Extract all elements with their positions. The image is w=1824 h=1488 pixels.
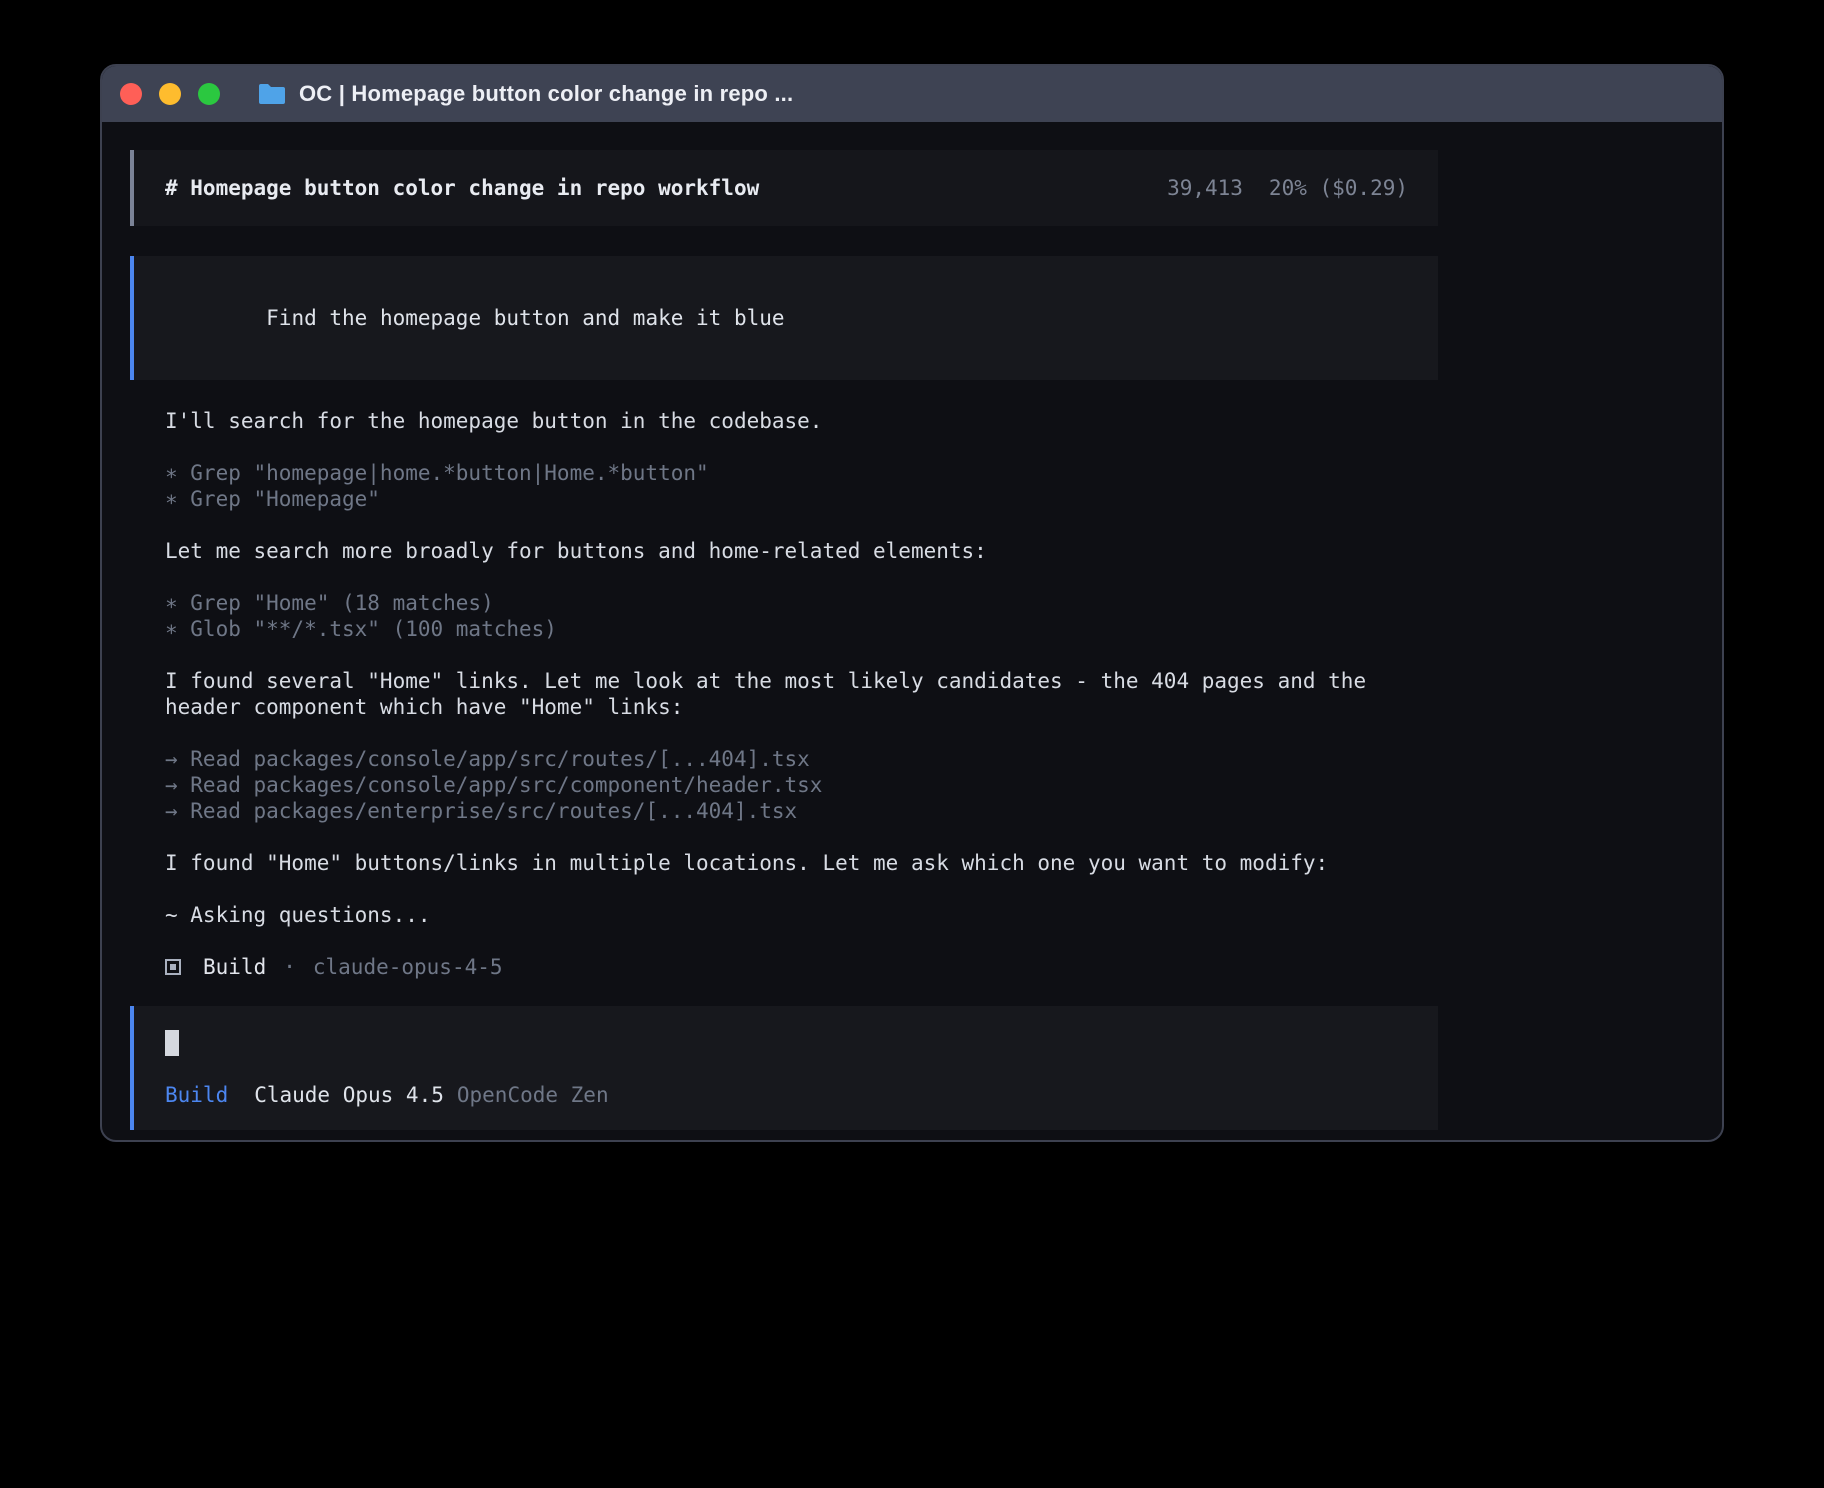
agent-name: Build (203, 954, 266, 980)
context-cost: 20% ($0.29) (1269, 175, 1408, 201)
tool-read-header: → Read packages/console/app/src/componen… (165, 772, 1438, 798)
window-title: OC | Homepage button color change in rep… (299, 81, 793, 107)
transcript: I'll search for the homepage button in t… (130, 408, 1438, 980)
tool-glob-tsx: ∗ Glob "**/*.tsx" (100 matches) (165, 616, 1438, 642)
agent-build-icon (165, 959, 181, 975)
window-titlebar[interactable]: OC | Homepage button color change in rep… (102, 66, 1722, 122)
input-model: Claude Opus 4.5 (254, 1082, 444, 1108)
user-message: Find the homepage button and make it blu… (130, 256, 1438, 380)
text-cursor (165, 1030, 179, 1056)
session-header: # Homepage button color change in repo w… (130, 150, 1438, 226)
minimize-window-button[interactable] (159, 83, 181, 105)
assistant-text-broaden: Let me search more broadly for buttons a… (165, 538, 1438, 564)
tool-read-enterprise-404: → Read packages/enterprise/src/routes/[.… (165, 798, 1438, 824)
input-meta: Build Claude Opus 4.5 OpenCode Zen (165, 1082, 1408, 1108)
close-window-button[interactable] (120, 83, 142, 105)
tool-grep-homepage-button: ∗ Grep "homepage|home.*button|Home.*butt… (165, 460, 1438, 486)
assistant-asking-questions: ~ Asking questions... (165, 902, 1438, 928)
input-mode: Build (165, 1082, 228, 1108)
assistant-text-candidates: I found several "Home" links. Let me loo… (165, 668, 1438, 720)
user-message-text: Find the homepage button and make it blu… (266, 306, 784, 330)
tool-read-console-404: → Read packages/console/app/src/routes/[… (165, 746, 1438, 772)
dot-separator: · (283, 954, 296, 980)
folder-icon (257, 82, 287, 106)
terminal-content: # Homepage button color change in repo w… (102, 122, 1438, 1142)
session-stats: 39,413 20% ($0.29) (1167, 175, 1408, 201)
token-count: 39,413 (1167, 175, 1243, 201)
assistant-text-search: I'll search for the homepage button in t… (165, 408, 1438, 434)
agent-model-id: claude-opus-4-5 (313, 954, 503, 980)
tool-grep-homepage: ∗ Grep "Homepage" (165, 486, 1438, 512)
assistant-text-ask: I found "Home" buttons/links in multiple… (165, 850, 1438, 876)
input-provider: OpenCode Zen (457, 1082, 609, 1108)
prompt-input[interactable]: Build Claude Opus 4.5 OpenCode Zen (130, 1006, 1438, 1130)
terminal-window: OC | Homepage button color change in rep… (100, 64, 1724, 1142)
agent-status: Build · claude-opus-4-5 (165, 954, 1438, 980)
session-title: # Homepage button color change in repo w… (165, 175, 759, 201)
tool-grep-home: ∗ Grep "Home" (18 matches) (165, 590, 1438, 616)
zoom-window-button[interactable] (198, 83, 220, 105)
